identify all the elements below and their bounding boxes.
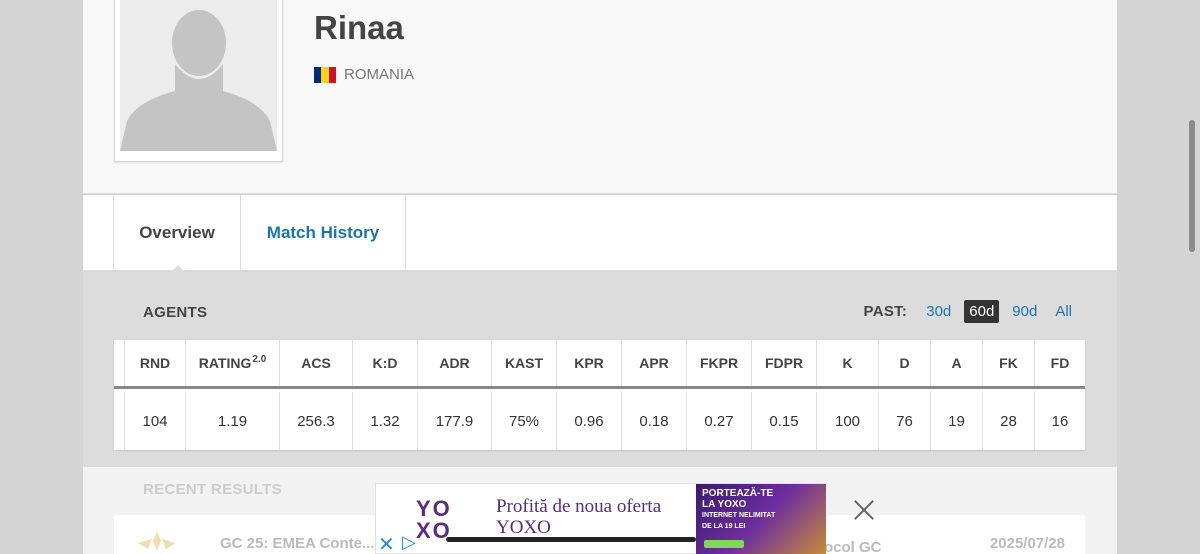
player-name: Rinaa [314, 9, 404, 46]
past-filter: PAST: 30d 60d 90d All [864, 300, 1078, 323]
advertisement-banner[interactable]: YO XO Profită de noua oferta YOXO PORTEA… [375, 483, 826, 554]
agent-column-spacer [114, 340, 124, 386]
stat-rating: 1.19 [185, 392, 279, 450]
stats-header-fdpr: FDPR [751, 340, 816, 386]
ad-image-line3: INTERNET NELIMITAT [702, 512, 776, 519]
ad-image-line4: DE LA 19 LEI [702, 523, 746, 530]
rating-version: 2.0 [252, 353, 267, 365]
result-opponent: ocol GC [824, 539, 882, 554]
tab-match-history[interactable]: Match History [241, 195, 406, 271]
stats-header-k: K [816, 340, 878, 386]
stats-header-rnd: RND [124, 340, 185, 386]
avatar [114, 0, 283, 162]
recent-results-title: RECENT RESULTS [143, 481, 282, 498]
stat-rnd: 104 [124, 392, 185, 450]
stat-acs: 256.3 [279, 392, 352, 450]
past-90d-option[interactable]: 90d [1007, 300, 1042, 323]
stat-fkpr: 0.27 [686, 392, 751, 450]
stats-header-acs: ACS [279, 340, 352, 386]
ad-image[interactable]: PORTEAZĂ-TE LA YOXO INTERNET NELIMITAT D… [696, 484, 826, 554]
stat-d: 76 [878, 392, 930, 450]
romania-flag-icon [314, 66, 336, 83]
ad-text-line2: YOXO [496, 517, 551, 538]
stats-header-adr: ADR [417, 340, 491, 386]
stats-header-rating: RATING 2.0 [185, 340, 279, 386]
past-label: PAST: [863, 303, 908, 320]
past-all-option[interactable]: All [1050, 300, 1077, 323]
ad-image-line2: LA YOXO [702, 499, 747, 510]
stats-header-fd: FD [1034, 340, 1085, 386]
stat-fk: 28 [982, 392, 1034, 450]
stat-a: 19 [930, 392, 982, 450]
player-page: Rinaa ROMANIA Overview Match History AGE… [83, 0, 1117, 554]
ad-choices-icon[interactable]: ▷ [402, 532, 416, 553]
stats-header-kd: K:D [352, 340, 417, 386]
ad-progress-bar [446, 537, 696, 542]
stats-header-d: D [878, 340, 930, 386]
tab-overview[interactable]: Overview [113, 195, 241, 271]
ad-image-text: PORTEAZĂ-TE LA YOXO INTERNET NELIMITAT D… [702, 488, 775, 532]
ad-text-line1: Profită de noua oferta [496, 496, 662, 517]
player-tabs: Overview Match History [83, 195, 1117, 271]
player-header: Rinaa ROMANIA [83, 0, 1117, 194]
ad-cta-button[interactable] [704, 540, 744, 548]
stats-header-apr: APR [621, 340, 686, 386]
stat-fdpr: 0.15 [751, 392, 816, 450]
stats-header-kpr: KPR [556, 340, 621, 386]
stats-header-fk: FK [982, 340, 1034, 386]
yoxo-logo: YO XO [416, 498, 452, 542]
stats-header-kast: KAST [491, 340, 556, 386]
table-row: 104 1.19 256.3 1.32 177.9 75% 0.96 0.18 … [114, 392, 1085, 450]
past-60d-option[interactable]: 60d [964, 300, 1000, 323]
result-date: 2025/07/28 [989, 535, 1065, 552]
event-logo-icon [138, 531, 176, 551]
stat-kast: 75% [491, 392, 556, 450]
player-country: ROMANIA [314, 66, 414, 83]
stat-kd: 1.32 [352, 392, 417, 450]
stats-header-row: RND RATING 2.0 ACS K:D ADR KAST KPR APR F… [114, 340, 1085, 389]
stats-header-fkpr: FKPR [686, 340, 751, 386]
result-event-name: GC 25: EMEA Conte... [220, 535, 375, 552]
agent-cell-spacer [114, 392, 124, 450]
stat-kpr: 0.96 [556, 392, 621, 450]
past-30d-option[interactable]: 30d [921, 300, 956, 323]
ad-dismiss-icon[interactable]: ✕ [378, 532, 395, 554]
stat-fd: 16 [1034, 392, 1085, 450]
avatar-placeholder-icon [120, 0, 277, 151]
rating-label: RATING [198, 355, 252, 371]
agent-stats-table: RND RATING 2.0 ACS K:D ADR KAST KPR APR F… [114, 340, 1085, 450]
stat-apr: 0.18 [621, 392, 686, 450]
stat-adr: 177.9 [417, 392, 491, 450]
stats-header-a: A [930, 340, 982, 386]
ad-image-line1: PORTEAZĂ-TE [702, 488, 774, 499]
agents-section: AGENTS PAST: 30d 60d 90d All RND RATING 2… [83, 272, 1117, 467]
yoxo-logo-line1: YO [416, 496, 452, 521]
active-tab-pointer-icon [171, 265, 185, 272]
agents-title: AGENTS [143, 304, 208, 321]
country-name: ROMANIA [344, 66, 415, 83]
scrollbar[interactable] [1189, 120, 1195, 252]
close-ad-icon[interactable] [851, 497, 877, 523]
ad-headline[interactable]: Profită de noua oferta YOXO [496, 496, 661, 538]
stat-k: 100 [816, 392, 878, 450]
